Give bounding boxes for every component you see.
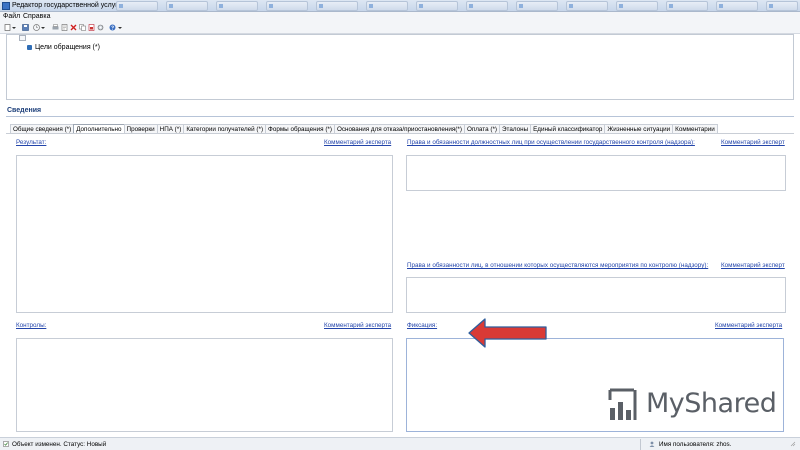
pointer-arrow-icon: [468, 318, 547, 348]
help-icon[interactable]: [109, 24, 116, 31]
new-document-icon[interactable]: [4, 24, 11, 31]
tree-node-icon: [27, 45, 32, 50]
watermark-text: MyShared: [646, 388, 777, 419]
export-icon[interactable]: [88, 24, 95, 31]
settings-icon[interactable]: [97, 24, 104, 31]
tree-root-node[interactable]: [19, 35, 26, 41]
persons-rights-textarea[interactable]: [406, 277, 786, 313]
background-window-tab[interactable]: [666, 1, 708, 11]
print-icon[interactable]: [52, 24, 59, 31]
copy-icon[interactable]: [79, 24, 86, 31]
tree-item-goals[interactable]: Цели обращения (*): [35, 44, 100, 51]
delete-icon[interactable]: [70, 24, 77, 31]
dropdown-arrow-icon[interactable]: [41, 24, 45, 31]
background-window-tab[interactable]: [366, 1, 408, 11]
persons-rights-label-link[interactable]: Права и обязанности лиц, в отношении кот…: [407, 262, 708, 269]
controls-comment-link[interactable]: Комментарий эксперта: [324, 322, 391, 329]
tree-panel: Цели обращения (*): [6, 34, 794, 100]
controls-label-link[interactable]: Контролы:: [16, 322, 46, 329]
background-window-tab[interactable]: [566, 1, 608, 11]
app-icon: [2, 2, 10, 10]
menu-help[interactable]: Справка: [23, 13, 50, 20]
background-window-tab[interactable]: [316, 1, 358, 11]
background-window-tab[interactable]: [116, 1, 158, 11]
background-window-tab[interactable]: [716, 1, 758, 11]
background-window-tab[interactable]: [616, 1, 658, 11]
preview-icon[interactable]: [61, 24, 68, 31]
background-window-tab[interactable]: [216, 1, 258, 11]
section-divider: [6, 116, 794, 117]
result-comment-link[interactable]: Комментарий эксперта: [324, 139, 391, 146]
watermark-logo-icon: [608, 388, 637, 420]
status-bar: Объект изменен. Статус: Новый Имя пользо…: [0, 437, 800, 450]
menu-bar: Файл Справка: [0, 12, 800, 22]
menu-file[interactable]: Файл: [3, 13, 20, 20]
background-window-tab[interactable]: [166, 1, 208, 11]
toolbar: [0, 22, 800, 34]
fixation-comment-link[interactable]: Комментарий эксперта: [715, 322, 782, 329]
persons-rights-comment-link[interactable]: Комментарий эксперт: [721, 262, 785, 269]
section-title: Сведения: [7, 107, 42, 114]
window-title: Редактор государственной услуги: [12, 2, 122, 9]
background-window-tab[interactable]: [466, 1, 508, 11]
background-window-tab[interactable]: [266, 1, 308, 11]
official-rights-textarea[interactable]: [406, 155, 786, 191]
status-separator: [640, 439, 641, 450]
background-window-tab[interactable]: [766, 1, 798, 11]
official-rights-label-link[interactable]: Права и обязанности должностных лиц при …: [407, 139, 695, 146]
dropdown-arrow-icon[interactable]: [12, 24, 16, 31]
fixation-label-link[interactable]: Фиксация:: [407, 322, 437, 329]
dropdown-arrow-icon[interactable]: [118, 24, 122, 31]
watermark: MyShared: [606, 386, 777, 426]
background-window-tab[interactable]: [516, 1, 558, 11]
user-icon: [649, 441, 655, 447]
official-rights-comment-link[interactable]: Комментарий эксперт: [721, 139, 785, 146]
arrow-shape: [468, 318, 547, 348]
title-bar: Редактор государственной услуги: [0, 0, 800, 12]
background-window-tab[interactable]: [416, 1, 458, 11]
save-icon[interactable]: [22, 24, 29, 31]
username-text: Имя пользователя: zhos.: [659, 441, 732, 448]
status-icon: [3, 441, 9, 447]
result-label-link[interactable]: Результат:: [16, 139, 46, 146]
history-icon[interactable]: [33, 24, 40, 31]
tab-body-border: [6, 133, 794, 134]
result-textarea[interactable]: [16, 155, 393, 313]
status-text: Объект изменен. Статус: Новый: [12, 441, 107, 448]
controls-textarea[interactable]: [16, 338, 393, 432]
resize-grip-icon[interactable]: [790, 441, 796, 447]
